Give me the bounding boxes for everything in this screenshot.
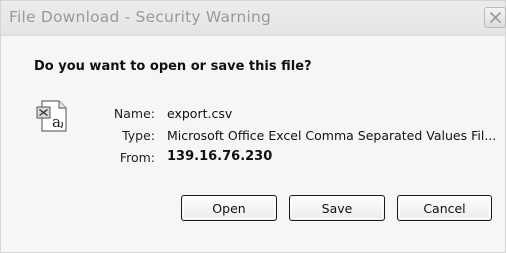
- open-button-label: Open: [212, 200, 246, 216]
- save-button[interactable]: Save: [289, 195, 385, 221]
- file-download-dialog: File Download - Security Warning Do you …: [0, 0, 506, 253]
- type-label: Type:: [122, 128, 155, 143]
- from-label: From:: [119, 150, 155, 165]
- file-name: export.csv: [167, 106, 233, 121]
- window-title: File Download - Security Warning: [9, 8, 272, 26]
- file-type: Microsoft Office Excel Comma Separated V…: [167, 128, 497, 143]
- excel-csv-file-icon: a: [36, 99, 70, 133]
- open-button[interactable]: Open: [181, 195, 277, 221]
- file-source: 139.16.76.230: [167, 149, 273, 164]
- svg-text:a: a: [52, 113, 61, 131]
- name-label: Name:: [113, 106, 155, 121]
- save-button-label: Save: [321, 200, 353, 216]
- prompt-question: Do you want to open or save this file?: [34, 59, 312, 74]
- cancel-button-label: Cancel: [423, 200, 466, 216]
- title-bar[interactable]: File Download - Security Warning: [1, 1, 506, 36]
- close-icon: [489, 11, 502, 24]
- cancel-button[interactable]: Cancel: [397, 195, 492, 221]
- close-button[interactable]: [484, 7, 506, 28]
